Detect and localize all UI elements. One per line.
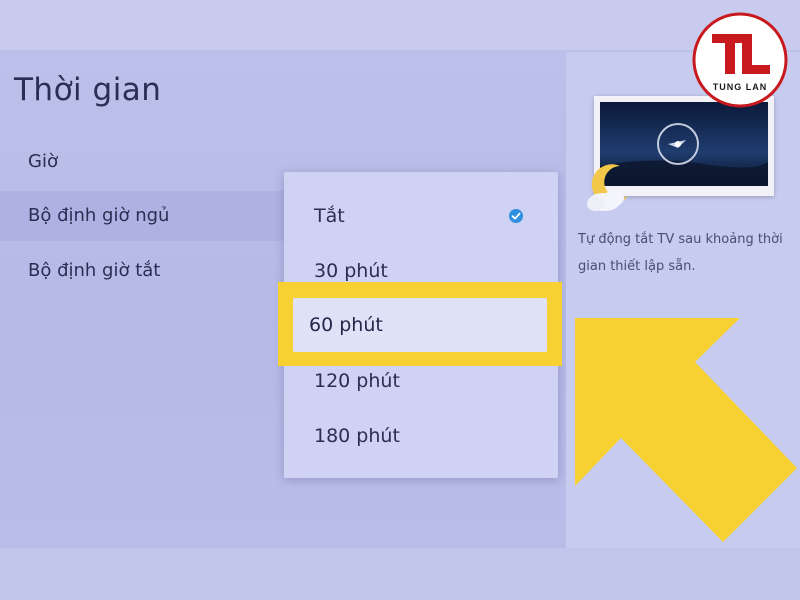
tung-lan-logo: TUNG LAN (692, 12, 788, 108)
option-label: Tắt (314, 205, 345, 227)
option-60-min[interactable]: 60 phút (293, 298, 547, 352)
page-title: Thời gian (14, 72, 162, 108)
option-off[interactable]: Tắt (284, 189, 558, 243)
menu-item-off-timer[interactable]: Bộ định giờ tắt (0, 246, 290, 296)
check-icon (509, 209, 523, 223)
photo-frame-top (0, 0, 800, 50)
moon-cloud-icon (587, 164, 628, 211)
photo-frame-bottom (0, 548, 800, 600)
yellow-arrow-icon (575, 318, 797, 542)
menu-item-clock[interactable]: Giờ (0, 137, 290, 187)
svg-text:TUNG LAN: TUNG LAN (713, 82, 768, 92)
option-180-min[interactable]: 180 phút (284, 409, 558, 463)
menu-item-sleep-timer[interactable]: Bộ định giờ ngủ (0, 191, 290, 241)
info-description: Tự động tắt TV sau khoảng thời gian thiế… (578, 232, 783, 274)
